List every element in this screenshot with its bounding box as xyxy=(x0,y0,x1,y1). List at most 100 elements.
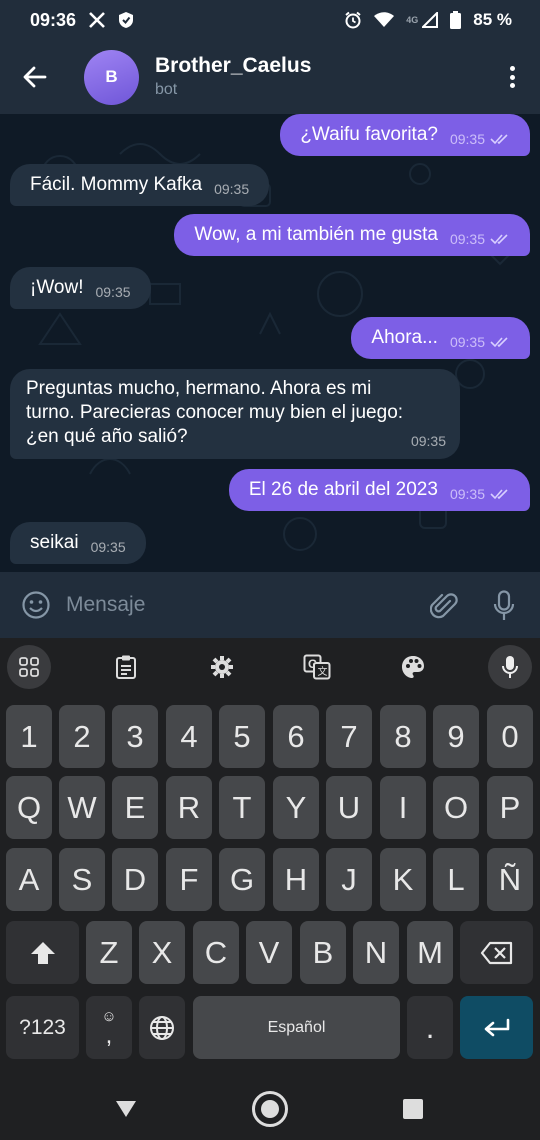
incoming-message[interactable]: Fácil. Mommy Kafka 09:35 xyxy=(10,164,270,206)
key-1[interactable]: 1 xyxy=(6,705,52,768)
key-p[interactable]: P xyxy=(487,776,533,839)
key-6[interactable]: 6 xyxy=(273,705,319,768)
key-x[interactable]: X xyxy=(139,921,185,984)
clipboard-icon xyxy=(116,655,136,679)
key-o[interactable]: O xyxy=(433,776,479,839)
message-text-line: turno. Parecieras conocer muy bien el ju… xyxy=(26,402,404,423)
key-5[interactable]: 5 xyxy=(219,705,265,768)
translate-button[interactable]: G文 xyxy=(295,645,339,689)
key-h[interactable]: H xyxy=(273,848,319,911)
incoming-message[interactable]: ¡Wow! 09:35 xyxy=(10,267,151,309)
key-q[interactable]: Q xyxy=(6,776,52,839)
x-app-icon xyxy=(88,11,106,29)
message-text: seikai xyxy=(30,532,79,553)
avatar[interactable]: B xyxy=(84,49,139,105)
shift-key[interactable] xyxy=(6,921,79,984)
outgoing-message[interactable]: Ahora... 09:35 xyxy=(351,317,530,359)
status-time: 09:36 xyxy=(30,9,77,30)
emoji-button[interactable] xyxy=(14,583,58,627)
nav-recents-button[interactable] xyxy=(393,1089,433,1129)
outgoing-message[interactable]: El 26 de abril del 2023 09:35 xyxy=(228,469,530,511)
message-input[interactable] xyxy=(66,593,386,617)
theme-button[interactable] xyxy=(391,645,435,689)
key-n-tilde[interactable]: Ñ xyxy=(487,848,533,911)
key-s[interactable]: S xyxy=(59,848,105,911)
key-4[interactable]: 4 xyxy=(166,705,212,768)
key-w[interactable]: W xyxy=(59,776,105,839)
key-i[interactable]: I xyxy=(380,776,426,839)
menu-dot-icon xyxy=(509,66,515,71)
key-c[interactable]: C xyxy=(193,921,239,984)
apps-grid-button[interactable] xyxy=(7,645,51,689)
incoming-message[interactable]: Preguntas mucho, hermano. Ahora es mi tu… xyxy=(10,369,460,459)
key-k[interactable]: K xyxy=(380,848,426,911)
gear-icon xyxy=(211,656,233,678)
composer-bar xyxy=(0,572,540,638)
key-e[interactable]: E xyxy=(112,776,158,839)
message-text: ¿Waifu favorita? xyxy=(300,124,438,145)
more-options-button[interactable] xyxy=(502,62,522,92)
key-n[interactable]: N xyxy=(353,921,399,984)
translate-icon: G文 xyxy=(303,654,331,680)
key-f[interactable]: F xyxy=(166,848,212,911)
attach-button[interactable] xyxy=(424,586,464,626)
key-7[interactable]: 7 xyxy=(326,705,372,768)
message-text: Fácil. Mommy Kafka xyxy=(30,174,203,195)
language-key[interactable] xyxy=(139,996,185,1059)
enter-arrow-icon xyxy=(484,1018,509,1036)
key-t[interactable]: T xyxy=(219,776,265,839)
double-check-icon xyxy=(490,134,508,145)
grid-icon xyxy=(19,657,39,677)
space-key[interactable]: Español xyxy=(193,996,400,1059)
message-time: 09:35 xyxy=(90,539,126,555)
chat-subtitle: bot xyxy=(155,81,178,98)
key-l[interactable]: L xyxy=(433,848,479,911)
key-g[interactable]: G xyxy=(219,848,265,911)
key-z[interactable]: Z xyxy=(86,921,132,984)
on-screen-keyboard: G文 1 2 3 4 5 6 7 8 9 0 Q W E R T Y U I O… xyxy=(0,638,540,1074)
triangle-down-icon xyxy=(116,1101,136,1117)
chat-title-block[interactable]: Brother_Caelus bot xyxy=(155,53,311,101)
outgoing-message[interactable]: ¿Waifu favorita? 09:35 xyxy=(280,114,530,156)
emoji-comma-key[interactable]: ☺ , xyxy=(86,996,132,1059)
voice-input-button[interactable] xyxy=(488,645,532,689)
incoming-message[interactable]: seikai 09:35 xyxy=(10,522,146,564)
message-list[interactable]: ¿Waifu favorita? 09:35 Fácil. Mommy Kafk… xyxy=(0,114,540,572)
message-text: Ahora... xyxy=(371,327,438,348)
message-text: El 26 de abril del 2023 xyxy=(248,479,438,500)
key-b[interactable]: B xyxy=(300,921,346,984)
symbols-key[interactable]: ?123 xyxy=(6,996,79,1059)
key-2[interactable]: 2 xyxy=(59,705,105,768)
voice-message-button[interactable] xyxy=(484,586,524,626)
key-0[interactable]: 0 xyxy=(487,705,533,768)
menu-dot-icon xyxy=(509,74,515,80)
backspace-key[interactable] xyxy=(460,921,533,984)
chat-header: B Brother_Caelus bot xyxy=(0,40,540,114)
settings-button[interactable] xyxy=(200,645,244,689)
nav-back-button[interactable] xyxy=(106,1089,146,1129)
key-v[interactable]: V xyxy=(246,921,292,984)
key-8[interactable]: 8 xyxy=(380,705,426,768)
battery-level: 85 % xyxy=(473,10,512,29)
home-circle-icon xyxy=(252,1091,288,1127)
back-button[interactable] xyxy=(0,40,70,114)
message-time: 09:35 xyxy=(214,181,250,197)
key-r[interactable]: R xyxy=(166,776,212,839)
paperclip-icon xyxy=(430,593,458,619)
key-9[interactable]: 9 xyxy=(433,705,479,768)
double-check-icon xyxy=(490,489,508,500)
key-3[interactable]: 3 xyxy=(112,705,158,768)
arrow-left-icon xyxy=(23,66,47,88)
key-m[interactable]: M xyxy=(407,921,453,984)
key-j[interactable]: J xyxy=(326,848,372,911)
nav-home-button[interactable] xyxy=(250,1089,290,1129)
message-time: 09:35 xyxy=(95,284,131,300)
key-a[interactable]: A xyxy=(6,848,52,911)
key-y[interactable]: Y xyxy=(273,776,319,839)
key-d[interactable]: D xyxy=(112,848,158,911)
outgoing-message[interactable]: Wow, a mi también me gusta 09:35 xyxy=(174,214,530,256)
clipboard-button[interactable] xyxy=(104,645,148,689)
enter-key[interactable] xyxy=(460,996,533,1059)
key-u[interactable]: U xyxy=(326,776,372,839)
period-key[interactable]: . xyxy=(407,996,453,1059)
